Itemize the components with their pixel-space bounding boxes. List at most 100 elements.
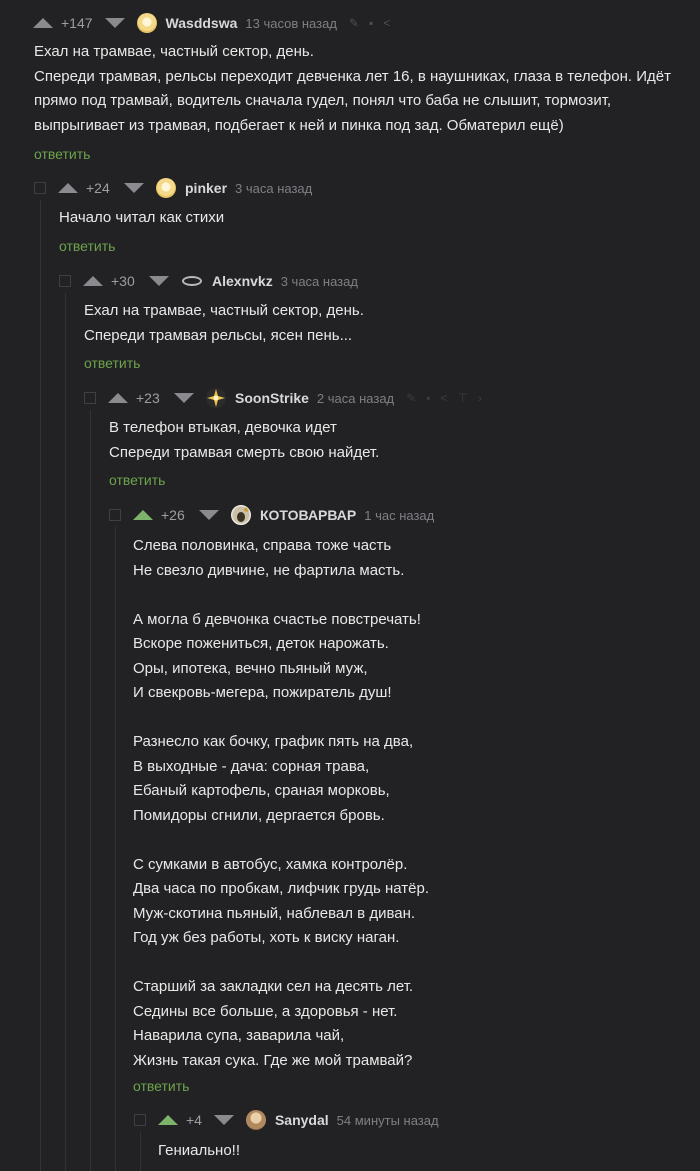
comment-rating: +147 <box>61 15 93 31</box>
comment-text-line: Два часа по пробкам, лифчик грудь натёр. <box>133 880 430 897</box>
downvote-icon[interactable] <box>124 183 144 193</box>
comment-rating: +4 <box>186 1112 202 1128</box>
upvote-icon[interactable] <box>158 1115 178 1125</box>
comment-username[interactable]: КОТОВАРВАР <box>260 507 356 523</box>
comment-header: +24 pinker 3 часа назад <box>34 176 324 200</box>
comment-text-line: А могла б девчонка счастье повстречать! <box>133 610 421 628</box>
reply-link[interactable]: ответить <box>133 1074 429 1099</box>
avatar[interactable] <box>206 388 226 408</box>
collapse-toggle[interactable] <box>109 509 121 521</box>
comment-tools: ✎ ▪ < <box>349 16 390 30</box>
comment-text-line: Оры, ипотека, вечно пьяный муж, <box>133 659 368 677</box>
comment-text-line <box>133 951 429 976</box>
upvote-icon[interactable] <box>83 276 103 286</box>
comment-text-line: Помидоры сгнили, дергается бровь. <box>133 806 385 824</box>
downvote-icon[interactable] <box>149 276 169 286</box>
share-icon[interactable]: < <box>383 16 390 30</box>
comment-time[interactable]: 3 часа назад <box>281 274 358 289</box>
comment-rating: +24 <box>86 180 110 196</box>
comment-rating: +23 <box>136 390 160 406</box>
comment-header: +23 SoonStrike 2 часа назад ✎ ▪ < ⊤ › <box>84 386 482 410</box>
comment-text-line: Спереди трамвая рельсы, ясен пень... <box>84 326 353 344</box>
ring-avatar-icon <box>182 276 202 286</box>
thread-line <box>65 293 66 1171</box>
comment-time[interactable]: 1 час назад <box>364 508 434 523</box>
comment-text-line: Муж-скотина пьяный, наблевал в диван. <box>133 904 416 922</box>
comment-time[interactable]: 3 часа назад <box>235 181 312 196</box>
comment-body: Гениально!! <box>158 1139 240 1164</box>
thread-line <box>90 410 91 1171</box>
thread-line <box>40 200 41 1171</box>
comment-text-line: Старший за закладки сел на десять лет. <box>133 978 414 995</box>
avatar[interactable] <box>181 271 203 291</box>
comment-username[interactable]: SoonStrike <box>235 390 309 406</box>
avatar[interactable] <box>231 505 251 525</box>
edit-icon[interactable]: ✎ <box>406 391 416 405</box>
share-icon[interactable]: < <box>440 391 447 405</box>
avatar[interactable] <box>245 1110 266 1130</box>
comment-time[interactable]: 2 часа назад <box>317 391 394 406</box>
reply-link[interactable]: ответить <box>59 234 224 259</box>
collapse-toggle[interactable] <box>84 392 96 404</box>
save-icon[interactable]: ▪ <box>369 16 373 30</box>
upvote-icon[interactable] <box>133 510 153 520</box>
comment-username[interactable]: Wasddswa <box>166 15 238 31</box>
comment-text-line: В телефон втыкая, девочка идет <box>109 419 337 436</box>
comment-text-line: Ебаный картофель, сраная морковь, <box>133 782 390 799</box>
comment-username[interactable]: Sanydal <box>275 1112 329 1128</box>
comment-username[interactable]: Alexnvkz <box>212 273 273 289</box>
comment-header: +147 Wasddswa 13 часов назад ✎ ▪ < <box>33 11 390 35</box>
comment-header: +4 Sanydal 54 минуты назад <box>134 1108 451 1132</box>
comment-text-line: Ехал на трамвае, частный сектор, день. <box>34 43 314 60</box>
comment-body: Начало читал как стихи ответить <box>59 206 224 258</box>
comment-text-line: Вскоре пожениться, деток нарожать. <box>133 635 389 652</box>
comments-page: +147 Wasddswa 13 часов назад ✎ ▪ < Ехал … <box>0 0 700 1171</box>
collapse-toggle[interactable] <box>134 1114 146 1126</box>
comment-text-line: И свекровь-мегера, пожиратель душ! <box>133 684 392 701</box>
downvote-icon[interactable] <box>199 510 219 520</box>
pin-icon[interactable]: ⊤ <box>457 391 467 405</box>
thread-line <box>115 527 116 1171</box>
comment-tools: ✎ ▪ < ⊤ › <box>406 391 482 405</box>
downvote-icon[interactable] <box>213 1115 234 1125</box>
reply-link[interactable]: ответить <box>34 142 674 167</box>
more-icon[interactable]: › <box>478 391 482 405</box>
avatar[interactable] <box>156 178 176 198</box>
comment-text-line: Разнесло как бочку, график пять на два, <box>133 733 414 750</box>
reply-link[interactable]: ответить <box>84 351 364 376</box>
upvote-icon[interactable] <box>58 183 78 193</box>
downvote-icon[interactable] <box>174 393 194 403</box>
comment-body: Слева половинка, справа тоже часть Не св… <box>133 534 429 1099</box>
comment-rating: +30 <box>111 273 135 289</box>
star-avatar-icon <box>207 389 225 407</box>
save-icon[interactable]: ▪ <box>426 391 430 405</box>
upvote-icon[interactable] <box>108 393 128 403</box>
comment-header: +30 Alexnvkz 3 часа назад <box>59 269 370 293</box>
comment-text-line: Седины все больше, а здоровья - нет. <box>133 1002 398 1020</box>
comment-username[interactable]: pinker <box>185 180 227 196</box>
comment-text-line: Наварила супа, заварила чай, <box>133 1027 345 1044</box>
comment-text-line: Жизнь такая сука. Где же мой трамвай? <box>133 1051 413 1069</box>
avatar[interactable] <box>136 13 157 33</box>
comment-text-line: Год уж без работы, хоть к виску наган. <box>133 929 400 946</box>
comment-body: В телефон втыкая, девочка идет Спереди т… <box>109 416 379 493</box>
thread-line <box>140 1132 141 1171</box>
comment-text-line: Спереди трамвая, рельсы переходит девчен… <box>34 67 671 134</box>
collapse-toggle[interactable] <box>34 182 46 194</box>
comment-text-line: В выходные - дача: сорная трава, <box>133 757 370 775</box>
upvote-icon[interactable] <box>33 18 53 28</box>
comment-time[interactable]: 54 минуты назад <box>337 1113 439 1128</box>
comment-header: +26 КОТОВАРВАР 1 час назад <box>109 503 446 527</box>
comment-text-line: Начало читал как стихи <box>59 209 225 226</box>
comment-text-line <box>133 706 429 731</box>
cat-avatar-icon <box>233 507 249 523</box>
comment-rating: +26 <box>161 507 185 523</box>
collapse-toggle[interactable] <box>59 275 71 287</box>
comment-time[interactable]: 13 часов назад <box>245 16 337 31</box>
edit-icon[interactable]: ✎ <box>349 16 359 30</box>
comment-text-line: Спереди трамвая смерть свою найдет. <box>109 443 380 461</box>
comment-text-line: Гениально!! <box>158 1142 240 1159</box>
comment-text-line <box>133 828 429 853</box>
reply-link[interactable]: ответить <box>109 468 379 493</box>
downvote-icon[interactable] <box>104 18 125 28</box>
